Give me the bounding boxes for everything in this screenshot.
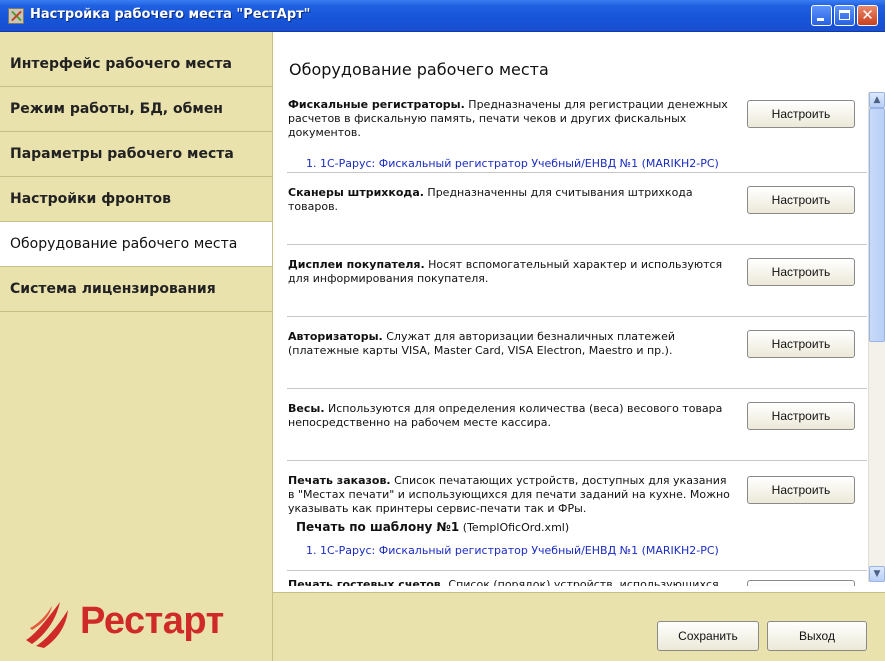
- sidebar-item-licensing[interactable]: Система лицензирования: [0, 267, 272, 312]
- section-name: Сканеры штрихкода.: [288, 186, 424, 199]
- chevron-down-icon: ▼: [873, 569, 881, 579]
- section-name: Печать заказов.: [288, 474, 391, 487]
- sidebar-item-interface[interactable]: Интерфейс рабочего места: [0, 42, 272, 87]
- logo-text: Рестарт: [80, 600, 224, 642]
- vertical-scrollbar[interactable]: ▲ ▼: [868, 92, 885, 582]
- section-name: Дисплеи покупателя.: [288, 258, 425, 271]
- section-description: Дисплеи покупателя. Носят вспомогательны…: [288, 258, 733, 286]
- configure-button[interactable]: Настроить: [747, 402, 855, 430]
- template-name: Печать по шаблону №1: [296, 520, 460, 534]
- section-description: Весы. Используются для определения колич…: [288, 402, 733, 430]
- main-content: Оборудование рабочего места Фискальные р…: [273, 32, 885, 592]
- configure-button[interactable]: Настроить: [747, 580, 855, 586]
- page-title: Оборудование рабочего места: [289, 60, 549, 79]
- scroll-down-button[interactable]: ▼: [869, 566, 885, 582]
- scroll-thumb[interactable]: [869, 108, 885, 342]
- device-link[interactable]: 1. 1С-Рарус: Фискальный регистратор Учеб…: [306, 544, 719, 557]
- section-description: Сканеры штрихкода. Предназначенны для сч…: [288, 186, 733, 214]
- device-link[interactable]: 1. 1С-Рарус: Фискальный регистратор Учеб…: [306, 157, 719, 170]
- configure-button[interactable]: Настроить: [747, 186, 855, 214]
- section-order-printing: Печать заказов. Список печатающих устрой…: [273, 474, 855, 574]
- section-description: Фискальные регистраторы. Предназначены д…: [288, 98, 733, 140]
- section-guest-bill-printing: Печать гостевых счетов. Список (порядок)…: [273, 578, 855, 586]
- sidebar-item-mode-db-exchange[interactable]: Режим работы, БД, обмен: [0, 87, 272, 132]
- window-title: Настройка рабочего места "РестАрт": [30, 7, 311, 22]
- title-bar: Настройка рабочего места "РестАрт" ✕: [0, 0, 885, 32]
- logo-mark-icon: [26, 602, 68, 648]
- section-authorizers: Авторизаторы. Служат для авторизации без…: [273, 330, 855, 402]
- configure-button[interactable]: Настроить: [747, 100, 855, 128]
- divider: [287, 172, 867, 173]
- divider: [287, 460, 867, 461]
- section-description: Печать гостевых счетов. Список (порядок)…: [288, 578, 748, 586]
- section-fiscal-registrators: Фискальные регистраторы. Предназначены д…: [273, 98, 855, 172]
- template-file: (TemplOficOrd.xml): [459, 521, 570, 534]
- sidebar-item-equipment[interactable]: Оборудование рабочего места: [0, 222, 272, 267]
- close-icon: ✕: [861, 6, 874, 24]
- section-name: Печать гостевых счетов.: [288, 578, 445, 586]
- configure-button[interactable]: Настроить: [747, 258, 855, 286]
- section-customer-displays: Дисплеи покупателя. Носят вспомогательны…: [273, 258, 855, 330]
- divider: [287, 570, 867, 571]
- print-template-title: Печать по шаблону №1 (TemplOficOrd.xml): [296, 520, 569, 534]
- exit-button[interactable]: Выход: [767, 621, 867, 651]
- section-description: Авторизаторы. Служат для авторизации без…: [288, 330, 733, 358]
- section-text: Используются для определения количества …: [288, 402, 723, 429]
- divider: [287, 244, 867, 245]
- app-icon: [8, 8, 24, 24]
- section-barcode-scanners: Сканеры штрихкода. Предназначенны для сч…: [273, 186, 855, 258]
- chevron-up-icon: ▲: [873, 95, 881, 105]
- section-description: Печать заказов. Список печатающих устрой…: [288, 474, 733, 516]
- section-text: Список (порядок) устройств, использующих…: [444, 578, 719, 586]
- section-name: Фискальные регистраторы.: [288, 98, 465, 111]
- sidebar-item-workplace-params[interactable]: Параметры рабочего места: [0, 132, 272, 177]
- configure-button[interactable]: Настроить: [747, 476, 855, 504]
- close-button[interactable]: ✕: [857, 5, 878, 26]
- configure-button[interactable]: Настроить: [747, 330, 855, 358]
- equipment-list[interactable]: Фискальные регистраторы. Предназначены д…: [273, 92, 867, 586]
- divider: [287, 316, 867, 317]
- save-button[interactable]: Сохранить: [657, 621, 759, 651]
- section-name: Авторизаторы.: [288, 330, 383, 343]
- scroll-up-button[interactable]: ▲: [869, 92, 885, 108]
- section-name: Весы.: [288, 402, 325, 415]
- minimize-button[interactable]: [811, 5, 832, 26]
- section-scales: Весы. Используются для определения колич…: [273, 402, 855, 474]
- restart-logo: Рестарт: [22, 594, 262, 658]
- maximize-button[interactable]: [834, 5, 855, 26]
- footer-bar: Сохранить Выход: [273, 592, 885, 661]
- sidebar-item-fronts[interactable]: Настройки фронтов: [0, 177, 272, 222]
- sidebar: Интерфейс рабочего места Режим работы, Б…: [0, 32, 273, 661]
- divider: [287, 388, 867, 389]
